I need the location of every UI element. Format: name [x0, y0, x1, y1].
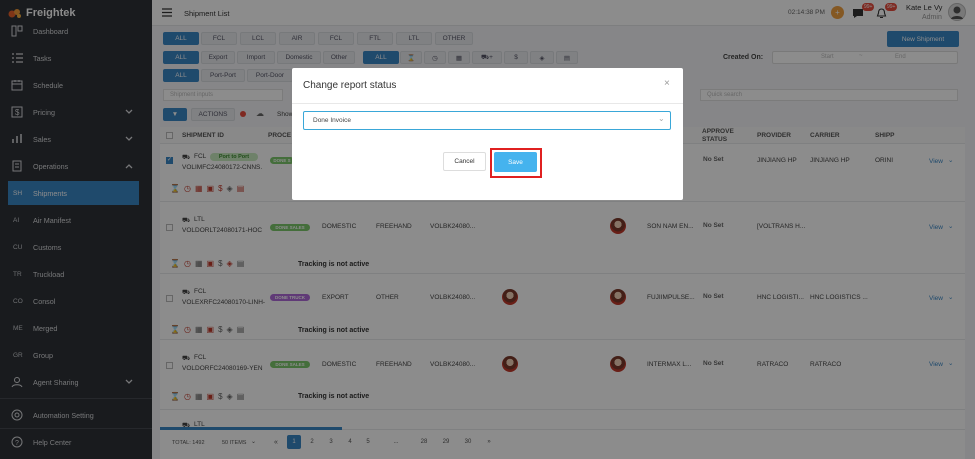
report-status-select[interactable]: Done Invoice ⌄ — [303, 111, 671, 130]
dialog-title: Change report status — [303, 80, 397, 91]
cancel-button[interactable]: Cancel — [443, 152, 486, 171]
cancel-button-label: Cancel — [454, 158, 475, 165]
report-status-selected-value: Done Invoice — [313, 117, 351, 124]
chevron-down-icon[interactable]: ⌄ — [658, 114, 665, 123]
change-report-status-dialog: Change report status × Done Invoice ⌄ Ca… — [292, 68, 683, 200]
dialog-divider — [292, 103, 683, 104]
save-button[interactable]: Save — [494, 152, 537, 172]
close-icon[interactable]: × — [664, 78, 670, 89]
save-button-label: Save — [508, 158, 523, 166]
